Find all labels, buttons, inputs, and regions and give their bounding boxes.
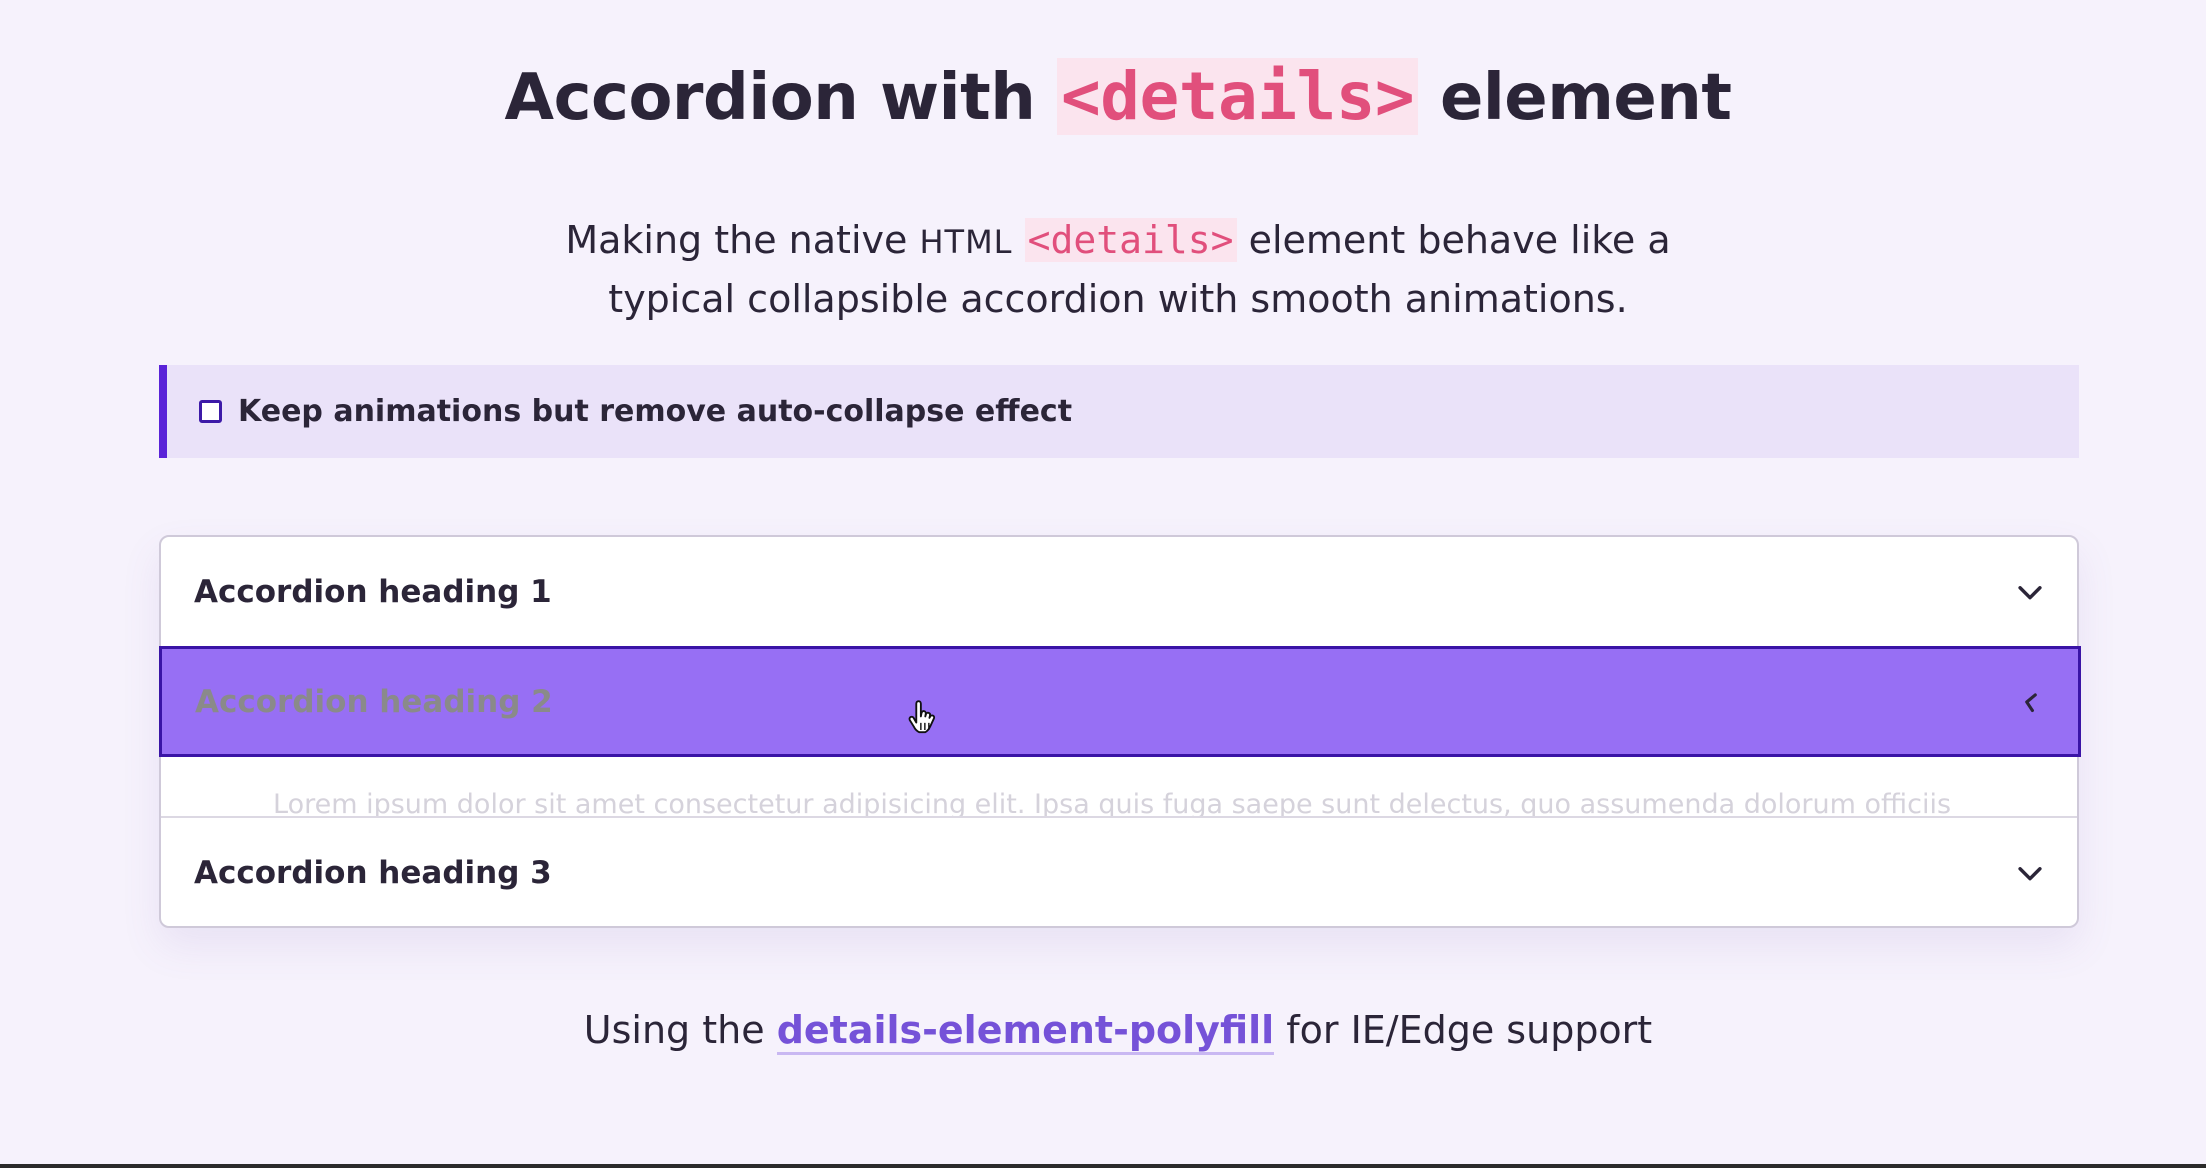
- accordion-heading-1[interactable]: Accordion heading 1: [194, 574, 552, 610]
- page: Accordion with <details> element Making …: [0, 0, 2206, 1168]
- footer-note: Using the details-element-polyfill for I…: [0, 1000, 2206, 1060]
- chevron-down-icon: [2018, 585, 2042, 599]
- auto-collapse-toggle[interactable]: Keep animations but remove auto-collapse…: [159, 365, 2079, 458]
- title-code: <details>: [1057, 58, 1419, 135]
- subtitle-part1: Making the native: [565, 218, 920, 262]
- auto-collapse-checkbox[interactable]: [199, 400, 222, 423]
- subtitle-part2: element behave like a: [1236, 218, 1671, 262]
- subtitle-abbr: HTML: [919, 223, 1013, 261]
- page-subtitle: Making the native HTML <details> element…: [0, 212, 2206, 328]
- accordion-panel-text: Lorem ipsum dolor sit amet consectetur a…: [273, 789, 1952, 816]
- accordion-item-3-summary[interactable]: Accordion heading 3: [161, 816, 2077, 928]
- title-text-before: Accordion with: [504, 61, 1058, 135]
- subtitle-line2: typical collapsible accordion with smoot…: [608, 277, 1628, 321]
- accordion-heading-2[interactable]: Accordion heading 2: [195, 684, 553, 720]
- accordion-item-1-summary[interactable]: Accordion heading 1: [161, 537, 2077, 647]
- footer-text-after: for IE/Edge support: [1274, 1008, 1653, 1052]
- chevron-down-icon: [2018, 867, 2042, 881]
- accordion: Accordion heading 1 Accordion heading 2 …: [159, 535, 2081, 928]
- polyfill-link[interactable]: details-element-polyfill: [776, 1008, 1275, 1055]
- chevron-left-icon: [2025, 692, 2037, 712]
- accordion-heading-3[interactable]: Accordion heading 3: [194, 855, 552, 891]
- subtitle-code: <details>: [1024, 218, 1237, 262]
- auto-collapse-label[interactable]: Keep animations but remove auto-collapse…: [238, 394, 1072, 429]
- bottom-border: [0, 1164, 2206, 1168]
- accordion-item-2-panel: Lorem ipsum dolor sit amet consectetur a…: [161, 757, 2077, 816]
- hand-pointer-icon: [908, 700, 936, 734]
- accordion-item-2-summary[interactable]: Accordion heading 2: [159, 646, 2081, 757]
- footer-text-before: Using the: [583, 1008, 777, 1052]
- title-text-after: element: [1418, 61, 1732, 135]
- page-title: Accordion with <details> element: [0, 52, 2206, 143]
